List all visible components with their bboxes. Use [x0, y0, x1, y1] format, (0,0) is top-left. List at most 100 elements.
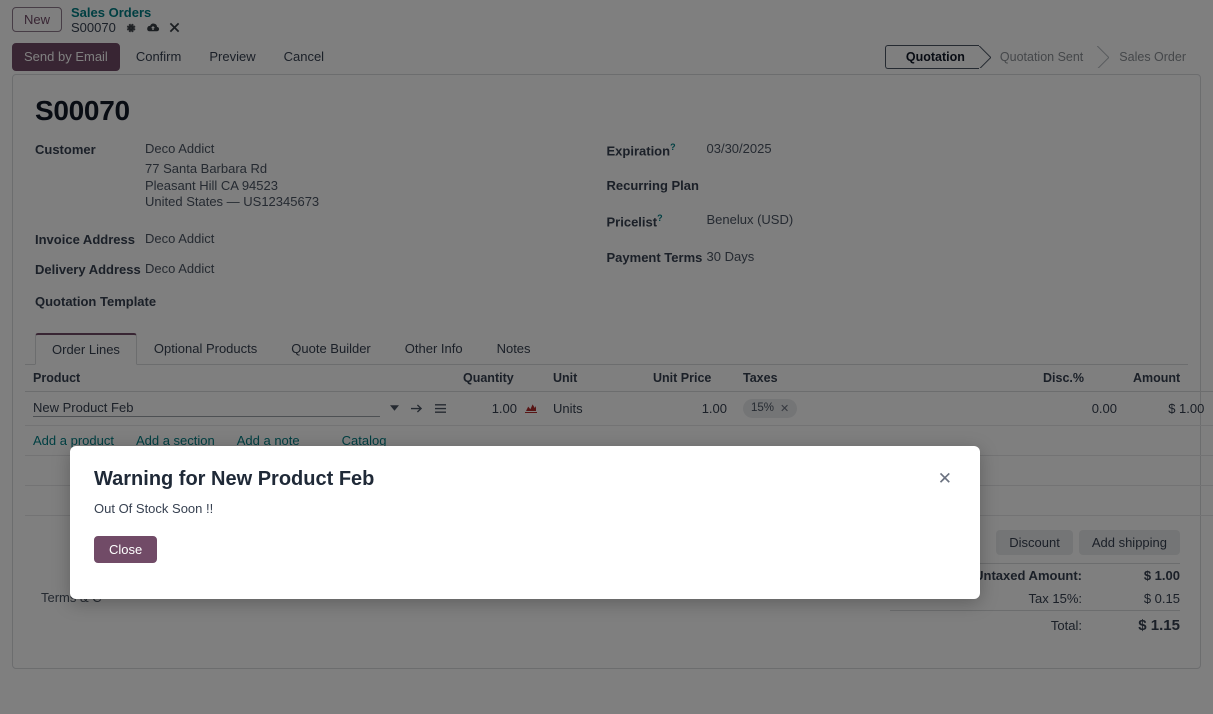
- field-payment-terms: Payment Terms 30 Days: [607, 249, 1189, 265]
- customer-value[interactable]: Deco Addict: [145, 141, 319, 157]
- address-line: Pleasant Hill CA 94523: [145, 177, 278, 193]
- breadcrumb-current-record: S00070: [71, 20, 116, 35]
- tab-optional-products[interactable]: Optional Products: [137, 333, 274, 365]
- expiration-tooltip-icon[interactable]: ?: [670, 142, 676, 152]
- page-title: S00070: [35, 95, 130, 126]
- recurring-plan-label: Recurring Plan: [606, 178, 699, 194]
- cell-amount: $ 1.00: [1125, 391, 1213, 426]
- status-stage-quotation[interactable]: Quotation: [884, 45, 979, 69]
- tab-other-info[interactable]: Other Info: [388, 333, 480, 365]
- app-root: New Sales Orders S00070 Send by Email Co…: [0, 0, 1213, 714]
- tax-badge-label: 15%: [751, 402, 775, 414]
- control-panel: New Sales Orders S00070: [0, 0, 1213, 40]
- column-header-amount[interactable]: Amount: [1125, 364, 1213, 392]
- cell-quantity[interactable]: 1.00: [455, 391, 545, 426]
- status-stage-label: Sales Order: [1119, 50, 1186, 64]
- table-header-row: Product Quantity Unit Unit Price Taxes D…: [25, 364, 1213, 392]
- status-stage-sales-order[interactable]: Sales Order: [1098, 45, 1201, 69]
- customer-address: 77 Santa Barbara Rd Pleasant Hill CA 945…: [145, 161, 319, 211]
- preview-button[interactable]: Preview: [197, 43, 267, 71]
- total-value: $ 1.15: [1096, 609, 1180, 638]
- column-header-unit[interactable]: Unit: [545, 364, 645, 392]
- cell-taxes[interactable]: 15% ✕: [735, 391, 1035, 426]
- payment-terms-value[interactable]: 30 Days: [707, 249, 755, 265]
- column-header-product[interactable]: Product: [25, 364, 455, 392]
- address-line: United States — US12345673: [145, 194, 320, 209]
- customer-label: Customer: [35, 142, 96, 157]
- expiration-label: Expiration?: [606, 142, 676, 159]
- pricelist-value[interactable]: Benelux (USD): [707, 212, 794, 228]
- dialog-title: Warning for New Product Feb: [94, 468, 375, 490]
- field-quotation-template: Quotation Template: [35, 293, 607, 309]
- cell-product[interactable]: New Product Feb: [25, 391, 455, 426]
- delivery-address-value[interactable]: Deco Addict: [145, 261, 214, 277]
- cell-unit[interactable]: Units: [545, 391, 645, 426]
- confirm-button[interactable]: Confirm: [124, 43, 194, 71]
- left-field-group: Customer Deco Addict 77 Santa Barbara Rd…: [25, 141, 607, 323]
- product-name[interactable]: New Product Feb: [33, 400, 380, 417]
- field-recurring-plan: Recurring Plan: [607, 177, 1189, 193]
- payment-terms-label: Payment Terms: [606, 249, 703, 265]
- field-invoice-address: Invoice Address Deco Addict: [35, 231, 607, 247]
- tab-order-lines[interactable]: Order Lines: [35, 332, 137, 365]
- tab-notes[interactable]: Notes: [480, 333, 548, 365]
- cell-unit-price[interactable]: 1.00: [645, 391, 735, 426]
- discard-x-icon[interactable]: [169, 22, 180, 33]
- forecast-report-icon[interactable]: [525, 403, 537, 413]
- column-header-quantity[interactable]: Quantity: [455, 364, 545, 392]
- invoice-address-value[interactable]: Deco Addict: [145, 231, 214, 247]
- new-record-button[interactable]: New: [12, 7, 63, 32]
- amount-value: $ 1.00: [1168, 400, 1205, 416]
- customer-value-block: Deco Addict 77 Santa Barbara Rd Pleasant…: [145, 141, 319, 211]
- breadcrumb-current-row: S00070: [71, 20, 180, 35]
- product-cell: New Product Feb: [33, 400, 447, 417]
- send-by-email-button[interactable]: Send by Email: [12, 43, 120, 71]
- order-lines-header: Product Quantity Unit Unit Price Taxes D…: [25, 364, 1213, 392]
- cancel-button[interactable]: Cancel: [272, 43, 336, 71]
- cloud-save-icon[interactable]: [146, 22, 160, 34]
- product-cell-icons: [380, 403, 447, 414]
- tab-quote-builder[interactable]: Quote Builder: [274, 333, 388, 365]
- quantity-value[interactable]: 1.00: [492, 401, 517, 416]
- pricelist-label: Pricelist?: [606, 213, 663, 230]
- address-line: 77 Santa Barbara Rd: [145, 161, 268, 176]
- action-buttons: Send by Email Confirm Preview Cancel: [12, 43, 336, 71]
- dialog-header: Warning for New Product Feb ✕: [70, 446, 980, 491]
- column-header-taxes[interactable]: Taxes: [735, 364, 1035, 392]
- chevron-down-icon[interactable]: [390, 405, 399, 411]
- gear-icon[interactable]: [125, 22, 137, 34]
- remove-tax-icon[interactable]: ✕: [780, 402, 789, 415]
- tax-badge[interactable]: 15% ✕: [743, 398, 798, 418]
- amount-header-label: Amount: [1133, 370, 1181, 385]
- action-statusbar-row: Send by Email Confirm Preview Cancel Quo…: [0, 40, 1213, 74]
- field-expiration: Expiration? 03/30/2025: [607, 141, 1189, 158]
- add-shipping-button[interactable]: Add shipping: [1078, 529, 1180, 555]
- close-button[interactable]: Close: [94, 536, 158, 563]
- total-label: Total:: [890, 609, 1096, 638]
- pricelist-tooltip-icon[interactable]: ?: [657, 213, 663, 223]
- expiration-value[interactable]: 03/30/2025: [707, 141, 772, 157]
- quantity-cell: 1.00: [463, 401, 537, 416]
- discount-button[interactable]: Discount: [996, 529, 1073, 555]
- column-header-unit-price[interactable]: Unit Price: [645, 364, 735, 392]
- close-x-icon[interactable]: ✕: [934, 468, 956, 489]
- field-pricelist: Pricelist? Benelux (USD): [607, 212, 1189, 229]
- quotation-template-label: Quotation Template: [35, 293, 157, 309]
- internal-link-arrow-icon[interactable]: [410, 403, 423, 414]
- breadcrumb-parent-sales-orders[interactable]: Sales Orders: [71, 5, 180, 20]
- column-header-discount[interactable]: Disc.%: [1035, 364, 1125, 392]
- notebook-tabs: Order Lines Optional Products Quote Buil…: [25, 332, 1188, 365]
- warning-dialog: Warning for New Product Feb ✕ Out Of Sto…: [70, 446, 980, 599]
- field-customer: Customer Deco Addict 77 Santa Barbara Rd…: [35, 141, 607, 211]
- status-bar: Quotation Quotation Sent Sales Order: [884, 45, 1201, 69]
- field-delivery-address: Delivery Address Deco Addict: [35, 261, 607, 277]
- totals-row-total: Total: $ 1.15: [890, 609, 1180, 638]
- status-stage-label: Quotation Sent: [999, 50, 1084, 64]
- cell-discount[interactable]: 0.00: [1035, 391, 1125, 426]
- delivery-address-label: Delivery Address: [35, 261, 141, 277]
- table-row[interactable]: New Product Feb 1.00 Units 1.00 15% ✕ 0.…: [25, 391, 1213, 426]
- status-stage-label: Quotation: [905, 50, 965, 64]
- drag-handle-icon[interactable]: [434, 403, 447, 414]
- status-stage-quotation-sent[interactable]: Quotation Sent: [979, 45, 1098, 69]
- tax-value: $ 0.15: [1143, 590, 1180, 606]
